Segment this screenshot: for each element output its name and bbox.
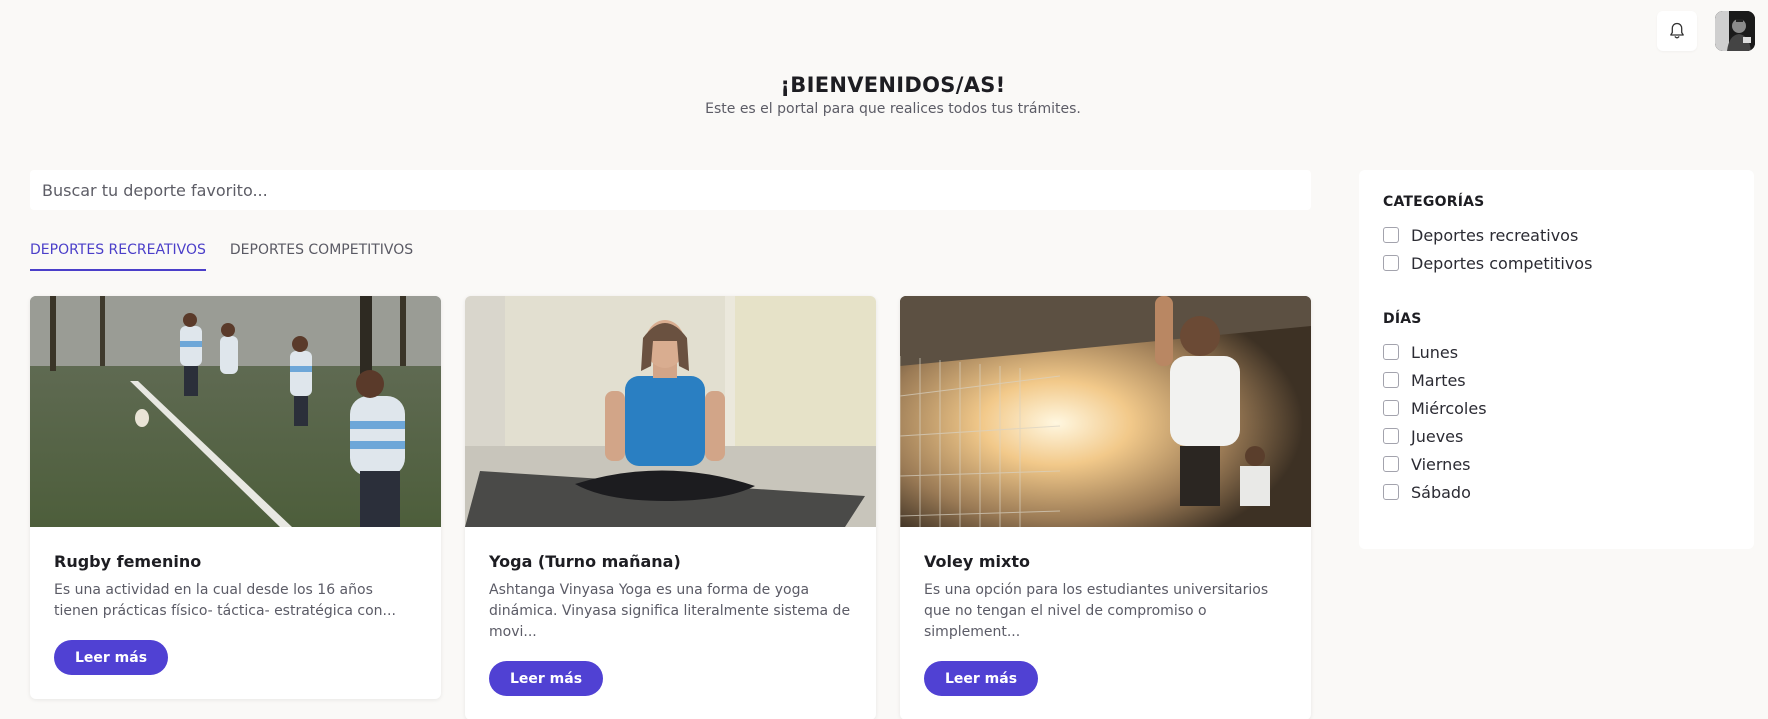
filter-option-label: Lunes [1411,342,1459,362]
cards-grid: Rugby femenino Es una actividad en la cu… [30,296,1311,719]
filter-group-categories: CATEGORÍAS Deportes recreativos Deportes… [1383,194,1730,277]
filter-option-sabado[interactable]: Sábado [1383,478,1730,506]
read-more-button[interactable]: Leer más [54,640,168,675]
checkbox[interactable] [1383,428,1399,444]
filter-option-label: Martes [1411,370,1466,390]
avatar[interactable] [1715,11,1755,51]
card-body: Voley mixto Es una opción para los estud… [900,527,1311,719]
card-description: Es una actividad en la cual desde los 16… [54,582,396,619]
tab-deportes-recreativos[interactable]: DEPORTES RECREATIVOS [30,242,206,271]
filter-option-viernes[interactable]: Viernes [1383,450,1730,478]
user-avatar-image [1715,11,1755,51]
filters-panel: CATEGORÍAS Deportes recreativos Deportes… [1359,170,1754,549]
filter-option-jueves[interactable]: Jueves [1383,422,1730,450]
card-body: Rugby femenino Es una actividad en la cu… [30,527,441,699]
filter-option-martes[interactable]: Martes [1383,366,1730,394]
filter-option-miercoles[interactable]: Miércoles [1383,394,1730,422]
checkbox[interactable] [1383,255,1399,271]
card-title: Yoga (Turno mañana) [489,552,681,571]
sport-card: Yoga (Turno mañana) Ashtanga Vinyasa Yog… [465,296,876,719]
filter-title-categories: CATEGORÍAS [1383,194,1485,210]
card-image-rugby [30,296,441,527]
filter-option-label: Jueves [1411,426,1464,446]
tabs: DEPORTES RECREATIVOS DEPORTES COMPETITIV… [30,242,413,271]
page-title: ¡BIENVENIDOS/AS! [780,73,1006,97]
sport-card: Voley mixto Es una opción para los estud… [900,296,1311,719]
filter-option-label: Sábado [1411,482,1471,502]
checkbox[interactable] [1383,372,1399,388]
checkbox[interactable] [1383,344,1399,360]
card-image-voley [900,296,1311,527]
welcome-section: ¡BIENVENIDOS/AS! Este es el portal para … [0,73,1768,117]
checkbox[interactable] [1383,456,1399,472]
filter-option-lunes[interactable]: Lunes [1383,338,1730,366]
card-description: Ashtanga Vinyasa Yoga es una forma de yo… [489,582,851,640]
card-title: Rugby femenino [54,552,202,571]
notifications-button[interactable] [1657,11,1697,51]
filter-option-label: Viernes [1411,454,1471,474]
checkbox[interactable] [1383,227,1399,243]
filter-group-days: DÍAS Lunes Martes Miércoles Jueves Viern… [1383,311,1730,506]
topbar [1657,11,1755,51]
filter-title-days: DÍAS [1383,311,1422,327]
filter-option-deportes-recreativos[interactable]: Deportes recreativos [1383,221,1730,249]
search-input[interactable] [30,170,1311,210]
filter-list: Lunes Martes Miércoles Jueves Viernes Sá… [1383,338,1730,506]
checkbox[interactable] [1383,484,1399,500]
bell-icon [1670,22,1684,39]
card-description: Es una opción para los estudiantes unive… [924,582,1269,640]
card-image-yoga [465,296,876,527]
filter-list: Deportes recreativos Deportes competitiv… [1383,221,1730,277]
read-more-button[interactable]: Leer más [489,661,603,696]
read-more-button[interactable]: Leer más [924,661,1038,696]
filter-option-deportes-competitivos[interactable]: Deportes competitivos [1383,249,1730,277]
page-subtitle: Este es el portal para que realices todo… [705,101,1081,117]
filter-option-label: Deportes recreativos [1411,225,1579,245]
card-title: Voley mixto [924,552,1030,571]
sport-card: Rugby femenino Es una actividad en la cu… [30,296,441,699]
filter-option-label: Miércoles [1411,398,1487,418]
filter-option-label: Deportes competitivos [1411,253,1593,273]
card-body: Yoga (Turno mañana) Ashtanga Vinyasa Yog… [465,527,876,719]
tab-deportes-competitivos[interactable]: DEPORTES COMPETITIVOS [230,242,413,271]
checkbox[interactable] [1383,400,1399,416]
